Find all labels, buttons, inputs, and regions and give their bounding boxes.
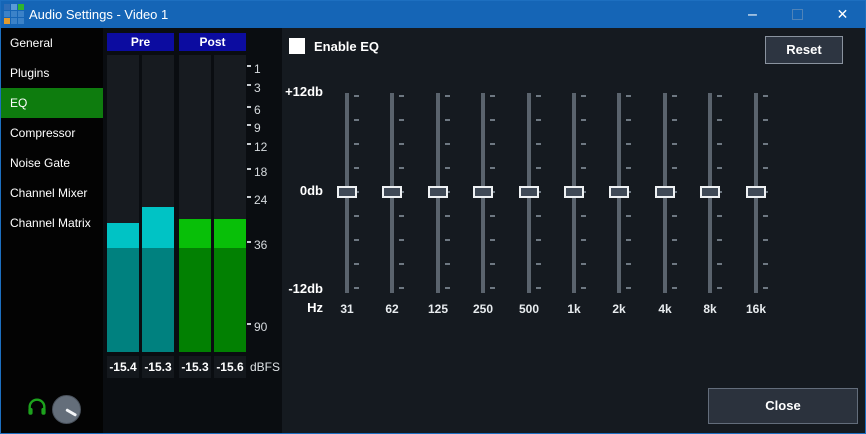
- eq-band-2k: 2k: [597, 92, 641, 322]
- maximize-icon: [792, 9, 803, 20]
- meter-pre-right: [142, 55, 174, 352]
- eq-band-1k: 1k: [552, 92, 596, 322]
- meter-post-right: [214, 55, 246, 352]
- scale-tick: 36: [247, 239, 267, 251]
- reset-button[interactable]: Reset: [765, 36, 843, 64]
- level-meter-panel: Pre Post -15.4 -15.3 -15.3 -15.6 1 3 6 9…: [103, 28, 282, 434]
- meter-bar: [107, 223, 139, 352]
- scale-tick: 6: [247, 104, 261, 116]
- eq-freq-label: 8k: [688, 302, 732, 316]
- audio-settings-window: Audio Settings - Video 1 – ✕ General Plu…: [0, 0, 866, 434]
- eq-slider-handle[interactable]: [609, 186, 629, 198]
- eq-band-31: 31: [325, 92, 369, 322]
- maximize-button: [775, 1, 820, 28]
- eq-freq-label: 500: [507, 302, 551, 316]
- eq-slider-handle[interactable]: [428, 186, 448, 198]
- eq-slider-handle[interactable]: [473, 186, 493, 198]
- eq-band-62: 62: [370, 92, 414, 322]
- meter-value-pre-right: -15.3: [142, 356, 174, 378]
- enable-eq-label: Enable EQ: [314, 38, 379, 54]
- minimize-button[interactable]: –: [730, 1, 775, 28]
- app-logo-icon: [4, 4, 25, 25]
- eq-band-16k: 16k: [734, 92, 778, 322]
- sidebar-item-channel-matrix[interactable]: Channel Matrix: [1, 208, 103, 238]
- eq-freq-label: 125: [416, 302, 460, 316]
- eq-freq-label: 1k: [552, 302, 596, 316]
- dbfs-unit-label: dBFS: [250, 356, 280, 378]
- scale-tick: 1: [247, 63, 261, 75]
- knob-indicator: [65, 408, 77, 417]
- eq-slider-handle[interactable]: [746, 186, 766, 198]
- title-bar: Audio Settings - Video 1 – ✕: [1, 1, 865, 28]
- eq-band-4k: 4k: [643, 92, 687, 322]
- eq-freq-label: 250: [461, 302, 505, 316]
- sidebar-item-general[interactable]: General: [1, 28, 103, 58]
- scale-tick: 12: [247, 141, 267, 153]
- eq-band-125: 125: [416, 92, 460, 322]
- eq-freq-label: 4k: [643, 302, 687, 316]
- meter-post-left: [179, 55, 211, 352]
- eq-slider-handle[interactable]: [337, 186, 357, 198]
- eq-band-250: 250: [461, 92, 505, 322]
- eq-slider-handle[interactable]: [655, 186, 675, 198]
- headphones-volume-knob[interactable]: [52, 395, 81, 424]
- eq-freq-label: 2k: [597, 302, 641, 316]
- eq-min-label: -12db: [279, 282, 323, 296]
- eq-hz-label: Hz: [279, 301, 323, 315]
- headphones-icon[interactable]: [26, 396, 48, 418]
- close-icon: ✕: [837, 6, 849, 23]
- scale-tick: 24: [247, 194, 267, 206]
- meter-value-post-right: -15.6: [214, 356, 246, 378]
- eq-band-8k: 8k: [688, 92, 732, 322]
- enable-eq-checkbox[interactable]: [289, 38, 305, 54]
- scale-tick: 18: [247, 166, 267, 178]
- close-window-button[interactable]: ✕: [820, 1, 865, 28]
- meter-bar: [214, 219, 246, 352]
- settings-sidebar: General Plugins EQ Compressor Noise Gate…: [1, 28, 103, 434]
- eq-band-500: 500: [507, 92, 551, 322]
- post-meter-header: Post: [179, 33, 246, 51]
- scale-tick: 9: [247, 122, 261, 134]
- scale-tick: 90: [247, 321, 267, 333]
- eq-max-label: +12db: [279, 85, 323, 99]
- eq-freq-label: 16k: [734, 302, 778, 316]
- eq-slider-handle[interactable]: [382, 186, 402, 198]
- pre-meter-header: Pre: [107, 33, 174, 51]
- sidebar-item-plugins[interactable]: Plugins: [1, 58, 103, 88]
- eq-freq-label: 62: [370, 302, 414, 316]
- eq-slider-handle[interactable]: [519, 186, 539, 198]
- meter-bar: [142, 207, 174, 352]
- eq-freq-label: 31: [325, 302, 369, 316]
- scale-tick: 3: [247, 82, 261, 94]
- sidebar-item-channel-mixer[interactable]: Channel Mixer: [1, 178, 103, 208]
- eq-slider-handle[interactable]: [700, 186, 720, 198]
- window-title: Audio Settings - Video 1: [29, 1, 168, 28]
- sidebar-item-compressor[interactable]: Compressor: [1, 118, 103, 148]
- eq-zero-label: 0db: [279, 184, 323, 198]
- meter-value-pre-left: -15.4: [107, 356, 139, 378]
- sidebar-item-eq[interactable]: EQ: [1, 88, 103, 118]
- meter-pre-left: [107, 55, 139, 352]
- close-button[interactable]: Close: [708, 388, 858, 424]
- meter-bar: [179, 219, 211, 352]
- meter-value-post-left: -15.3: [179, 356, 211, 378]
- eq-slider-handle[interactable]: [564, 186, 584, 198]
- minimize-icon: –: [748, 6, 757, 24]
- sidebar-item-noise-gate[interactable]: Noise Gate: [1, 148, 103, 178]
